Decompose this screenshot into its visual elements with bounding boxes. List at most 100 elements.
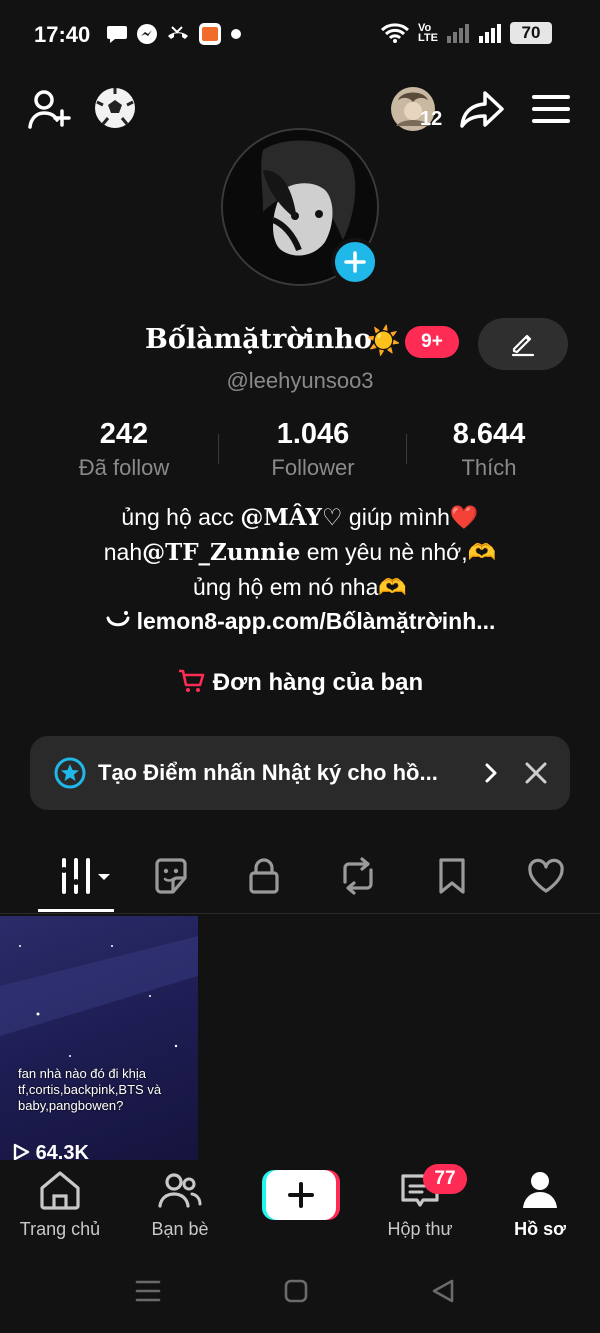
bio-mention[interactable]: @MÂY♡ [240, 504, 342, 531]
name-emoji: ☀️ [366, 325, 401, 356]
status-bar: 17:40 Vo LTE 70 [0, 0, 600, 70]
nav-label: Hồ sơ [514, 1219, 566, 1239]
home-icon [40, 1171, 80, 1210]
tab-liked[interactable] [506, 848, 586, 904]
bio-line: ủng hộ em nó nha🫶 [192, 574, 408, 600]
video-thumbnail[interactable]: fan nhà nào đó đi khịa tf,cortis,backpin… [0, 916, 198, 1160]
link-text: lemon8-app.com/Bốlàmặtrờinh... [136, 608, 496, 634]
bio-mention[interactable]: @TF_Zunnie [142, 539, 300, 566]
lock-icon [249, 858, 279, 894]
signal-icon-2 [479, 24, 501, 43]
bio-line: ủng hộ acc @MÂY♡ giúp mình❤️ [0, 500, 600, 535]
stat-value: 8.644 [452, 418, 526, 450]
network-type: Vo LTE [418, 22, 438, 44]
recent-apps-icon[interactable] [134, 1278, 162, 1304]
stat-label: Thích [461, 455, 517, 480]
share-icon [460, 91, 504, 128]
display-name: Bốlàmặtrờinho [145, 324, 372, 355]
status-badge[interactable]: 9+ [405, 326, 459, 358]
orders-label: Đơn hàng của bạn [212, 669, 424, 696]
bio-text: giúp mình❤️ [342, 504, 479, 530]
chat-bubble-icon [107, 26, 127, 43]
create-button[interactable] [262, 1170, 340, 1220]
create-plus-icon [262, 1170, 340, 1220]
tab-reposts[interactable] [318, 848, 398, 904]
close-icon[interactable] [524, 761, 548, 785]
system-navigation-bar [0, 1242, 600, 1333]
friends-icon [158, 1173, 202, 1208]
profile-avatar[interactable] [221, 128, 379, 286]
add-user-icon [28, 90, 71, 129]
active-tab-indicator [38, 909, 114, 912]
nav-label: Hộp thư [387, 1219, 453, 1239]
back-icon[interactable] [430, 1278, 456, 1304]
tab-favorites-sticker[interactable] [131, 848, 211, 904]
content-tabs [0, 848, 600, 914]
status-notification-icons [106, 22, 242, 46]
home-circle-icon[interactable] [283, 1278, 309, 1304]
nav-label: Trang chủ [19, 1219, 101, 1239]
bio-text: ủng hộ acc [121, 504, 241, 530]
video-caption: fan nhà nào đó đi khịa tf,cortis,backpin… [18, 1066, 162, 1113]
stories-avatar-button[interactable]: 12 [388, 84, 442, 134]
tab-private[interactable] [224, 848, 304, 904]
add-friend-button[interactable] [26, 86, 72, 132]
profile-icon [523, 1172, 557, 1208]
stat-value: 1.046 [276, 418, 350, 450]
profile-name-row: Bốlàmặtrờinho ☀️ 9+ [0, 318, 600, 370]
soccer-ball-button[interactable] [92, 85, 138, 131]
menu-button[interactable] [528, 86, 574, 132]
plus-icon [344, 251, 366, 273]
edit-profile-button[interactable] [478, 318, 568, 370]
wifi-icon [381, 23, 410, 43]
tab-videos[interactable] [46, 848, 126, 904]
app-notification-icon [199, 23, 221, 45]
chevron-right-icon[interactable] [482, 762, 500, 784]
status-time: 17:40 [34, 22, 91, 47]
star-badge-icon [54, 757, 86, 789]
orders-link[interactable]: Đơn hàng của bạn [0, 668, 600, 697]
starry-sky-image [0, 936, 198, 1057]
notification-count: 12 [420, 108, 443, 130]
pencil-icon [511, 334, 535, 357]
grid-bars-icon [61, 858, 110, 894]
messenger-icon [137, 24, 157, 44]
tab-saved[interactable] [412, 848, 492, 904]
nav-home[interactable]: Trang chủ [0, 1170, 120, 1240]
banner-text: Tạo Điểm nhấn Nhật ký cho hồ... [98, 760, 438, 785]
nav-label: Bạn bè [151, 1219, 209, 1239]
bio-text: em yêu nè nhớ,🫶 [300, 539, 497, 565]
share-button[interactable] [458, 86, 506, 132]
stat-following[interactable]: 242 Đã follow [24, 418, 224, 481]
stat-value: 242 [99, 418, 149, 450]
heart-icon [528, 858, 564, 893]
bottom-navigation: Trang chủ Bạn bè Hộp thư 77 Hồ sơ [0, 1160, 600, 1242]
stat-label: Follower [271, 455, 355, 480]
bookmark-icon [439, 858, 465, 894]
nav-profile[interactable]: Hồ sơ [480, 1170, 600, 1240]
video-views: 64.3K [12, 1142, 89, 1160]
repost-icon [343, 857, 373, 895]
dot-icon [231, 29, 241, 39]
battery-icon: 70 [510, 22, 552, 44]
link-icon [106, 611, 130, 627]
signal-icon-1 [447, 24, 469, 43]
stat-followers[interactable]: 1.046 Follower [213, 418, 413, 481]
missed-call-icon [168, 26, 188, 39]
status-system-icons: Vo LTE 70 [380, 22, 552, 44]
profile-stats: 242 Đã follow 1.046 Follower 8.644 Thích [0, 418, 600, 488]
cart-icon [178, 669, 205, 692]
sticker-icon [155, 858, 187, 894]
add-avatar-button[interactable] [331, 238, 379, 286]
bio-text: nah [103, 539, 143, 565]
username: @leehyunsoo3 [226, 368, 374, 393]
play-icon [13, 1143, 30, 1160]
bio-line: nah@TF_Zunnie em yêu nè nhớ,🫶 [0, 535, 600, 570]
soccer-ball-icon [95, 88, 135, 128]
hamburger-menu-icon [532, 95, 570, 123]
stat-likes[interactable]: 8.644 Thích [389, 418, 589, 481]
profile-link[interactable]: lemon8-app.com/Bốlàmặtrờinh... [0, 608, 600, 635]
highlight-banner[interactable]: Tạo Điểm nhấn Nhật ký cho hồ... [30, 736, 570, 810]
nav-friends[interactable]: Bạn bè [120, 1170, 240, 1240]
stat-label: Đã follow [78, 455, 170, 480]
